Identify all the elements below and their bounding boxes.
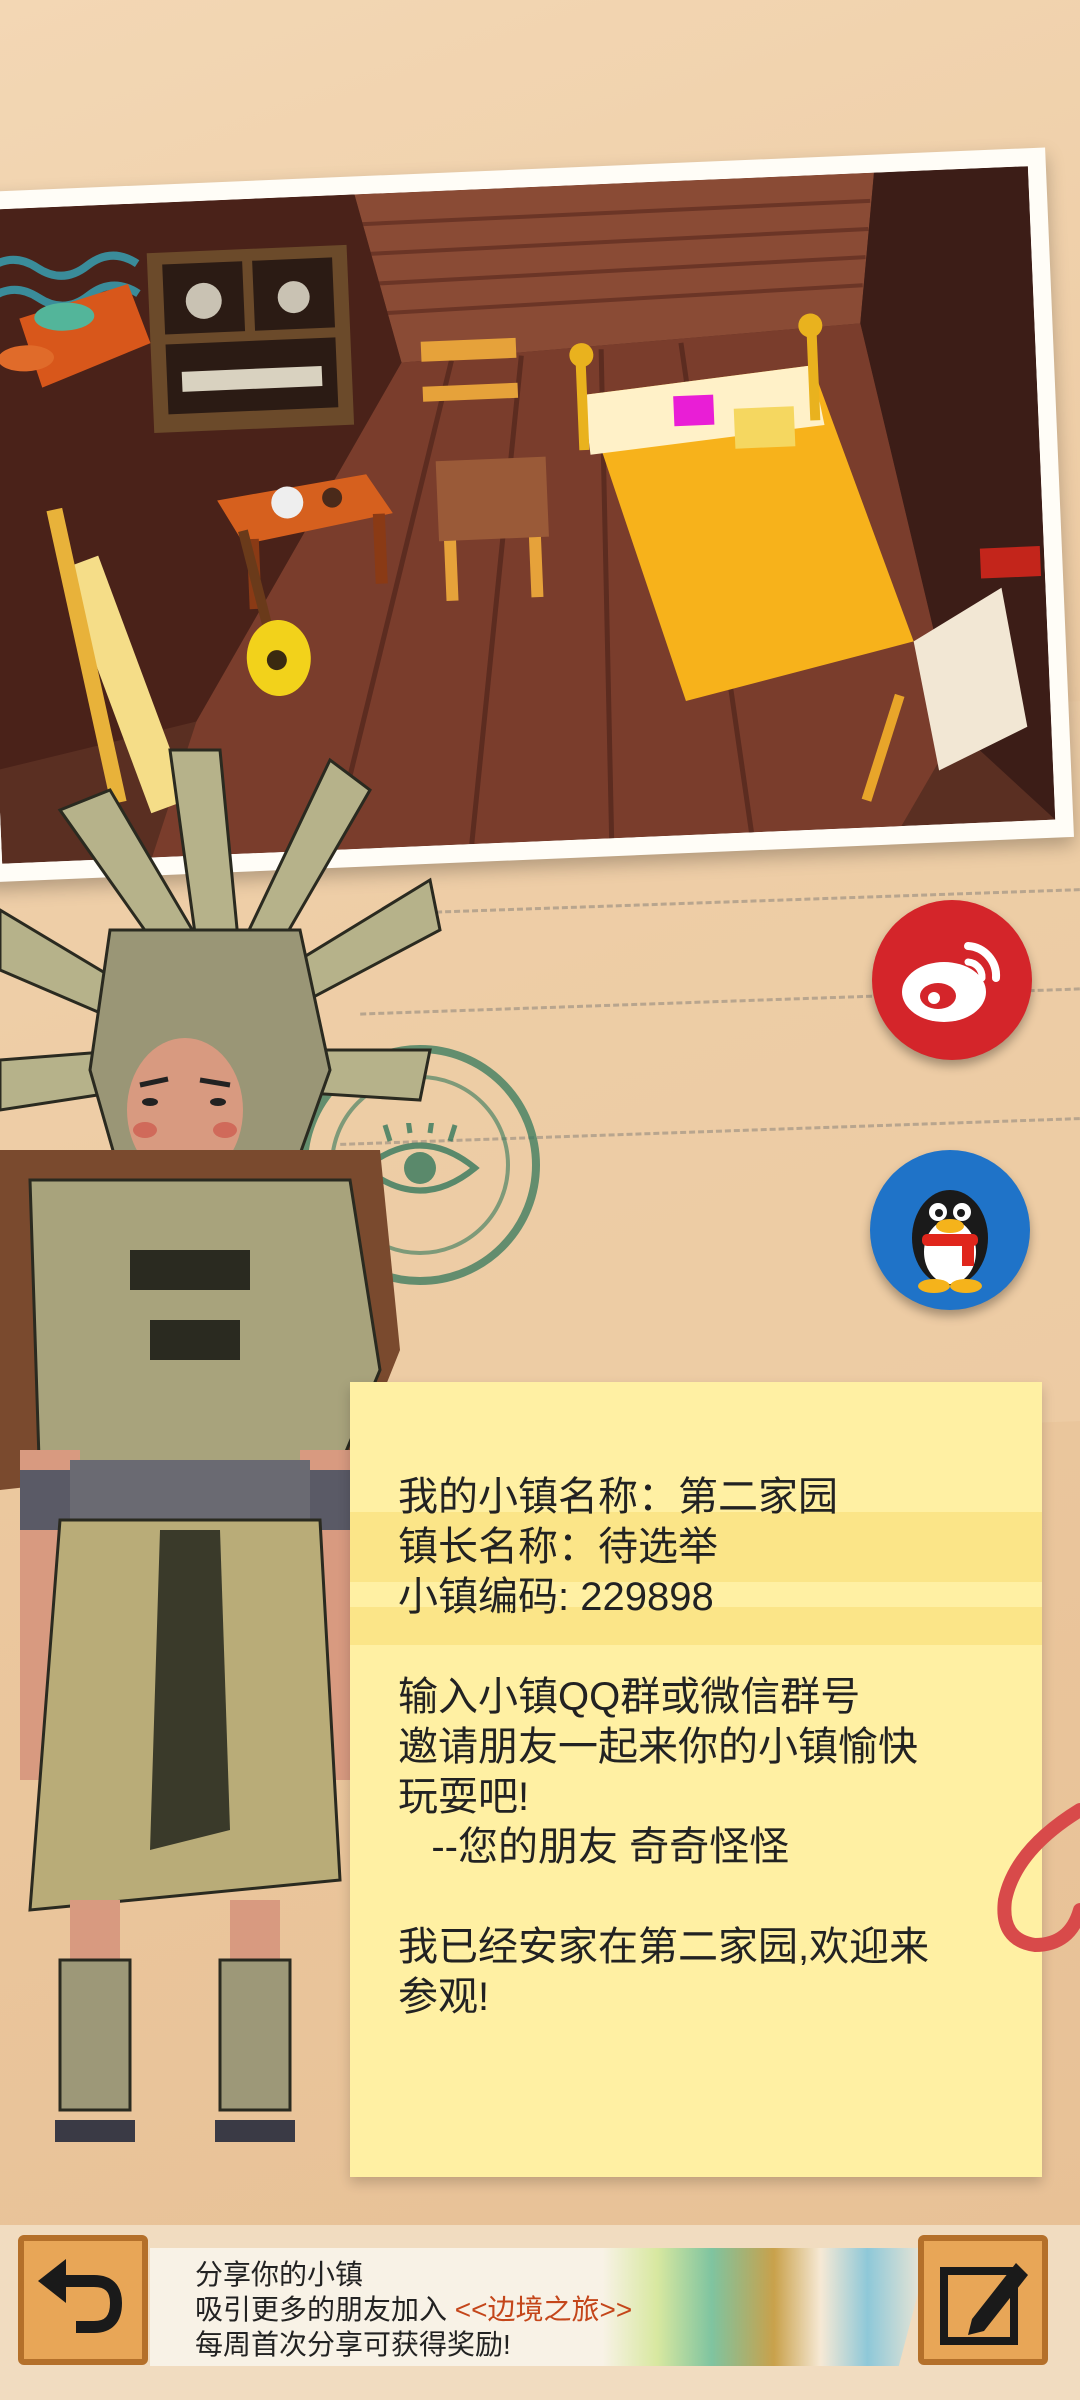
- back-button[interactable]: [18, 2235, 148, 2365]
- signature-line: --您的朋友 奇奇怪怪: [398, 1825, 790, 1869]
- town-info-note: 我的小镇名称：第二家园 镇长名称：待选举 小镇编码: 229898 输入小镇QQ…: [350, 1382, 1042, 2177]
- share-banner-text: 分享你的小镇 吸引更多的朋友加入 <<边境之旅>> 每周首次分享可获得奖励!: [195, 2257, 632, 2362]
- invite-line-1: 输入小镇QQ群或微信群号: [398, 1675, 861, 1719]
- edit-button[interactable]: [918, 2235, 1048, 2365]
- note-spacer: [398, 1622, 1012, 1672]
- share-invite-line: 吸引更多的朋友加入 <<边境之旅>>: [195, 2292, 632, 2327]
- note-text: 我的小镇名称：第二家园 镇长名称：待选举 小镇编码: 229898 输入小镇QQ…: [398, 1472, 1012, 2022]
- share-title: 分享你的小镇: [195, 2259, 364, 2290]
- settled-line-2: 参观!: [398, 1975, 490, 2019]
- mayor-name-line: 镇长名称：待选举: [398, 1525, 718, 1569]
- qq-share-button[interactable]: [870, 1150, 1030, 1310]
- invite-line-3: 玩耍吧!: [398, 1775, 530, 1819]
- back-arrow-icon: [38, 2259, 122, 2333]
- edit-pencil-icon: [940, 2263, 1028, 2345]
- note-spacer: [398, 1872, 1012, 1922]
- paper-clip-icon: [997, 1803, 1080, 1953]
- game-title-highlight: <<边境之旅>>: [454, 2294, 633, 2325]
- town-code-line: 小镇编码: 229898: [398, 1575, 714, 1619]
- weibo-icon: [902, 942, 1001, 1022]
- settled-line-1: 我已经安家在第二家园,欢迎来: [398, 1925, 930, 1969]
- weibo-share-button[interactable]: [872, 900, 1032, 1060]
- invite-line-2: 邀请朋友一起来你的小镇愉快: [398, 1725, 918, 1769]
- share-invite-prefix: 吸引更多的朋友加入: [195, 2294, 455, 2325]
- town-name-line: 我的小镇名称：第二家园: [398, 1475, 838, 1519]
- qq-penguin-icon: [912, 1190, 988, 1293]
- share-reward-line: 每周首次分享可获得奖励!: [195, 2329, 511, 2360]
